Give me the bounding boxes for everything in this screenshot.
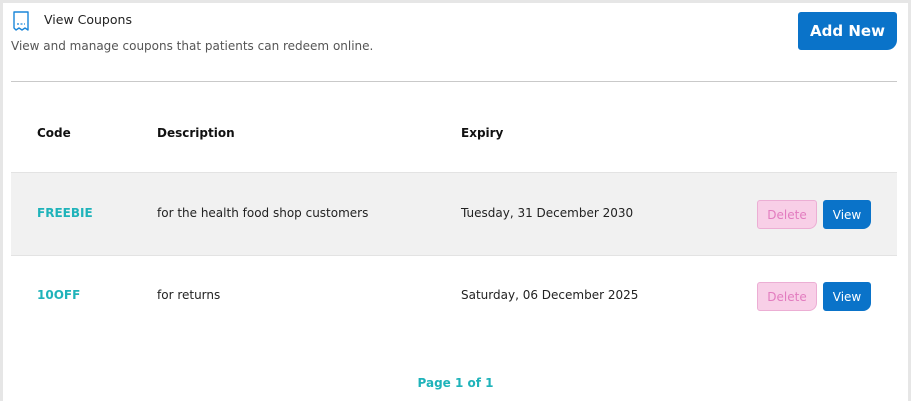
page-title: View Coupons xyxy=(44,12,132,27)
coupon-code: FREEBIE xyxy=(37,206,93,220)
view-button[interactable]: View xyxy=(823,200,871,229)
window-frame-top xyxy=(0,0,911,3)
coupon-description: for the health food shop customers xyxy=(157,206,369,220)
delete-button[interactable]: Delete xyxy=(757,200,817,229)
coupon-expiry: Saturday, 06 December 2025 xyxy=(461,288,639,302)
table-row: FREEBIE for the health food shop custome… xyxy=(11,172,897,256)
coupon-expiry: Tuesday, 31 December 2030 xyxy=(461,206,634,220)
pagination-label: Page 1 of 1 xyxy=(417,376,494,390)
table-row: 10OFF for returns Saturday, 06 December … xyxy=(11,255,897,337)
page-subtitle: View and manage coupons that patients ca… xyxy=(11,39,374,53)
column-header-description: Description xyxy=(157,126,235,140)
delete-button[interactable]: Delete xyxy=(757,282,817,311)
ticket-icon xyxy=(12,11,30,31)
view-button[interactable]: View xyxy=(823,282,871,311)
column-header-expiry: Expiry xyxy=(461,126,504,140)
window-frame-left xyxy=(0,0,3,401)
coupon-code: 10OFF xyxy=(37,288,81,302)
column-header-code: Code xyxy=(37,126,71,140)
coupon-description: for returns xyxy=(157,288,221,302)
header-divider xyxy=(11,81,897,82)
add-new-button[interactable]: Add New xyxy=(798,12,897,50)
